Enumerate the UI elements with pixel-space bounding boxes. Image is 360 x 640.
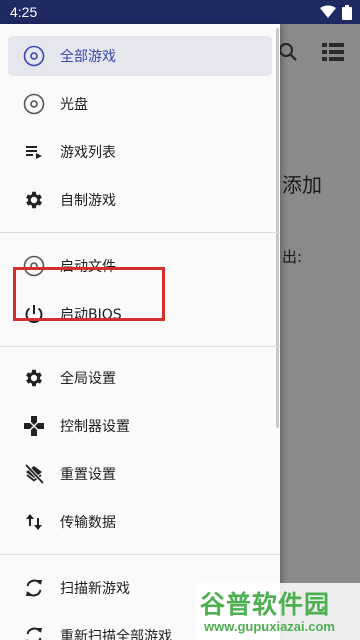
nav-item-controller-settings[interactable]: 控制器设置 (8, 406, 272, 446)
layers-off-icon (22, 462, 46, 486)
nav-item-label: 重新扫描全部游戏 (60, 629, 172, 640)
nav-item-label: 全部游戏 (60, 49, 116, 65)
nav-item-all-games[interactable]: 全部游戏 (8, 36, 272, 76)
status-time: 4:25 (10, 4, 38, 20)
playlist-icon (22, 140, 46, 164)
watermark: 谷普软件园 www.gupuxiazai.com (196, 583, 360, 640)
nav-item-homebrew[interactable]: 自制游戏 (8, 180, 272, 220)
battery-icon (342, 4, 352, 20)
nav-item-label: 全局设置 (60, 371, 116, 387)
wifi-icon (320, 5, 336, 18)
nav-item-label: 控制器设置 (60, 419, 130, 435)
watermark-url: www.gupuxiazai.com (204, 619, 335, 634)
nav-item-transfer-data[interactable]: 传输数据 (8, 502, 272, 542)
divider (0, 554, 280, 555)
refresh-icon (22, 576, 46, 600)
nav-item-game-list[interactable]: 游戏列表 (8, 132, 272, 172)
nav-item-label: 自制游戏 (60, 193, 116, 209)
status-icons (320, 4, 352, 20)
nav-item-reset-settings[interactable]: 重置设置 (8, 454, 272, 494)
nav-item-label: 重置设置 (60, 467, 116, 483)
gear-icon (22, 366, 46, 390)
disc-icon (22, 92, 46, 116)
nav-item-label: 光盘 (60, 97, 88, 113)
highlight-box (13, 267, 165, 321)
nav-item-global-settings[interactable]: 全局设置 (8, 358, 272, 398)
watermark-title: 谷普软件园 (200, 590, 331, 619)
nav-item-label: 游戏列表 (60, 145, 116, 161)
gamepad-icon (22, 414, 46, 438)
gear-icon (22, 188, 46, 212)
nav-item-label: 传输数据 (60, 515, 116, 531)
drawer-scrollbar[interactable] (276, 28, 279, 428)
status-bar: 4:25 (0, 0, 360, 24)
divider (0, 232, 280, 233)
disc-icon (22, 44, 46, 68)
divider (0, 346, 280, 347)
list-view-icon[interactable] (322, 42, 344, 62)
background-text-out: 出: (282, 248, 303, 266)
search-icon[interactable] (278, 42, 298, 62)
nav-item-label: 扫描新游戏 (60, 581, 130, 597)
refresh-icon (22, 624, 46, 640)
background-text-add: 添加 (282, 173, 322, 197)
nav-item-disc[interactable]: 光盘 (8, 84, 272, 124)
swap-vertical-icon (22, 510, 46, 534)
navigation-drawer: 全部游戏 光盘 游戏列表 自制游戏 启动文件 启动BIOS 全局设置 控制器设置… (0, 24, 280, 640)
